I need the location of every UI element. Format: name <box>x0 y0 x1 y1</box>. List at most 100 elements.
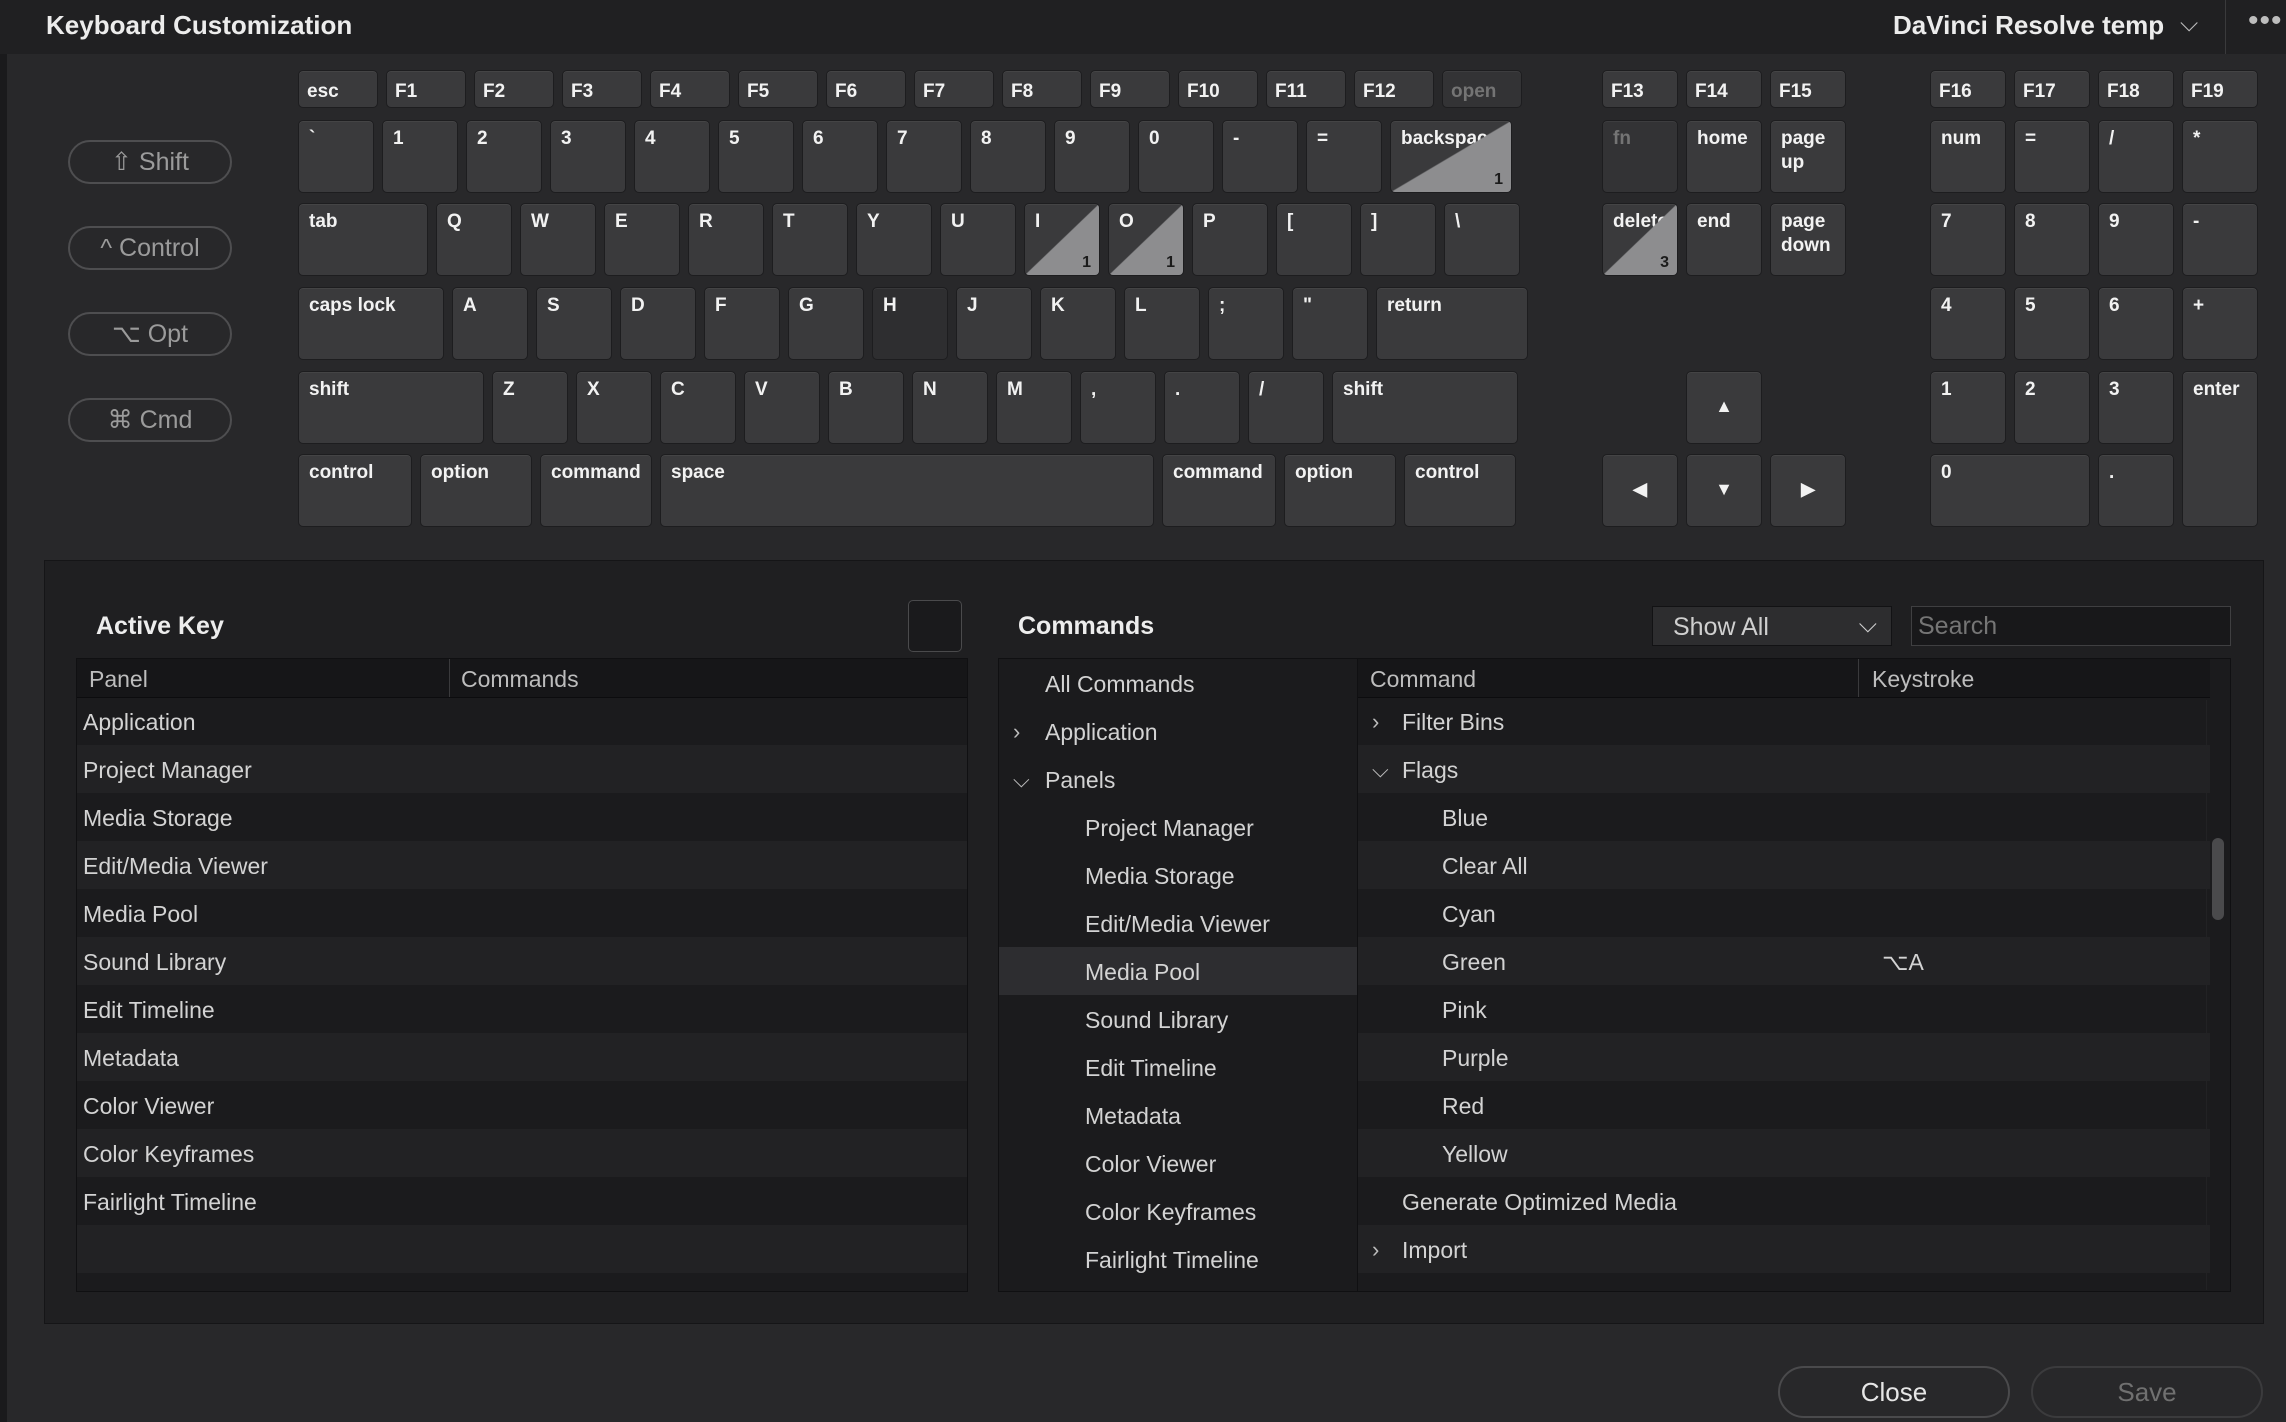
scrollbar-thumb[interactable] <box>2212 838 2224 920</box>
command-row-clear-all[interactable]: Clear All <box>1358 841 2210 889</box>
key-l[interactable]: L <box>1124 287 1200 360</box>
key-f3[interactable]: F3 <box>562 70 642 108</box>
key-f12[interactable]: F12 <box>1354 70 1434 108</box>
key-0[interactable]: 0 <box>1930 454 2090 527</box>
key-symbol[interactable]: / <box>2098 120 2174 193</box>
key-f4[interactable]: F4 <box>650 70 730 108</box>
tree-item-sound-library[interactable]: Sound Library <box>999 995 1357 1043</box>
key-symbol[interactable]: ] <box>1360 203 1436 276</box>
key-shift[interactable]: shift <box>1332 371 1518 444</box>
show-all-dropdown[interactable]: Show All ⌵ <box>1652 606 1892 646</box>
key-c[interactable]: C <box>660 371 736 444</box>
key-caps-lock[interactable]: caps lock <box>298 287 444 360</box>
key-9[interactable]: 9 <box>2098 203 2174 276</box>
key-0[interactable]: 0 <box>1138 120 1214 193</box>
key-page-up[interactable]: page up <box>1770 120 1846 193</box>
command-row-pink[interactable]: Pink <box>1358 985 2210 1033</box>
key-a[interactable]: A <box>452 287 528 360</box>
column-command[interactable]: Command <box>1370 666 1476 693</box>
key-f8[interactable]: F8 <box>1002 70 1082 108</box>
key-command[interactable]: command <box>540 454 652 527</box>
key-f13[interactable]: F13 <box>1602 70 1678 108</box>
key-symbol[interactable]: * <box>2182 120 2258 193</box>
key-symbol[interactable]: ▶ <box>1770 454 1846 527</box>
key-1[interactable]: 1 <box>1930 371 2006 444</box>
key-enter[interactable]: enter <box>2182 371 2258 527</box>
chevron-right-icon[interactable]: › <box>1013 719 1020 745</box>
tree-item-application[interactable]: › Application <box>999 707 1357 755</box>
key-n[interactable]: N <box>912 371 988 444</box>
key-y[interactable]: Y <box>856 203 932 276</box>
key-return[interactable]: return <box>1376 287 1528 360</box>
key-f[interactable]: F <box>704 287 780 360</box>
save-button[interactable]: Save <box>2031 1366 2263 1418</box>
key-7[interactable]: 7 <box>1930 203 2006 276</box>
key-control[interactable]: control <box>1404 454 1516 527</box>
table-row[interactable]: Media Storage <box>77 793 967 841</box>
key-1[interactable]: 1 <box>382 120 458 193</box>
key-g[interactable]: G <box>788 287 864 360</box>
key-f15[interactable]: F15 <box>1770 70 1846 108</box>
command-row-import[interactable]: › Import <box>1358 1225 2210 1273</box>
key-f11[interactable]: F11 <box>1266 70 1346 108</box>
key-p[interactable]: P <box>1192 203 1268 276</box>
key-j[interactable]: J <box>956 287 1032 360</box>
key-symbol[interactable]: [ <box>1276 203 1352 276</box>
key-f10[interactable]: F10 <box>1178 70 1258 108</box>
key-tab[interactable]: tab <box>298 203 428 276</box>
more-options-icon[interactable]: ••• <box>2248 4 2283 38</box>
key-s[interactable]: S <box>536 287 612 360</box>
table-row[interactable]: Edit/Media Viewer <box>77 841 967 889</box>
key-symbol[interactable]: ` <box>298 120 374 193</box>
command-row-red[interactable]: Red <box>1358 1081 2210 1129</box>
column-panel[interactable]: Panel <box>89 666 148 693</box>
key-f17[interactable]: F17 <box>2014 70 2090 108</box>
key-b[interactable]: B <box>828 371 904 444</box>
key-backspace[interactable]: backspace 1 <box>1390 120 1512 193</box>
key-shift[interactable]: shift <box>298 371 484 444</box>
modifier-shift-button[interactable]: ⇧ Shift <box>68 140 232 184</box>
key-symbol[interactable]: / <box>1248 371 1324 444</box>
key-t[interactable]: T <box>772 203 848 276</box>
key-2[interactable]: 2 <box>466 120 542 193</box>
tree-item-fairlight-timeline[interactable]: Fairlight Timeline <box>999 1235 1357 1283</box>
column-divider[interactable] <box>1858 659 1859 697</box>
key-z[interactable]: Z <box>492 371 568 444</box>
key-symbol[interactable]: \ <box>1444 203 1520 276</box>
key-7[interactable]: 7 <box>886 120 962 193</box>
key-5[interactable]: 5 <box>2014 287 2090 360</box>
key-esc[interactable]: esc <box>298 70 378 108</box>
preset-dropdown[interactable]: DaVinci Resolve temp <box>1893 10 2164 41</box>
key-symbol[interactable]: + <box>2182 287 2258 360</box>
key-f9[interactable]: F9 <box>1090 70 1170 108</box>
key-6[interactable]: 6 <box>2098 287 2174 360</box>
chevron-right-icon[interactable]: › <box>1372 709 1379 735</box>
key-space[interactable]: space <box>660 454 1154 527</box>
chevron-down-icon[interactable]: ⌵ <box>1013 767 1030 793</box>
key-4[interactable]: 4 <box>1930 287 2006 360</box>
tree-item-color-viewer[interactable]: Color Viewer <box>999 1139 1357 1187</box>
key-symbol[interactable]: = <box>1306 120 1382 193</box>
modifier-opt-button[interactable]: ⌥ Opt <box>68 312 232 356</box>
key-home[interactable]: home <box>1686 120 1762 193</box>
key-f6[interactable]: F6 <box>826 70 906 108</box>
key-open[interactable]: open <box>1442 70 1522 108</box>
key-f1[interactable]: F1 <box>386 70 466 108</box>
command-row-cyan[interactable]: Cyan <box>1358 889 2210 937</box>
key-fn[interactable]: fn <box>1602 120 1678 193</box>
tree-item-media-storage[interactable]: Media Storage <box>999 851 1357 899</box>
key-control[interactable]: control <box>298 454 412 527</box>
key-option[interactable]: option <box>1284 454 1396 527</box>
tree-item-edit-media-viewer[interactable]: Edit/Media Viewer <box>999 899 1357 947</box>
key-5[interactable]: 5 <box>718 120 794 193</box>
chevron-down-icon[interactable]: ⌵ <box>2180 10 2198 38</box>
key-num[interactable]: num <box>1930 120 2006 193</box>
key-w[interactable]: W <box>520 203 596 276</box>
tree-item-edit-timeline[interactable]: Edit Timeline <box>999 1043 1357 1091</box>
table-row[interactable]: Color Keyframes <box>77 1129 967 1177</box>
command-row-yellow[interactable]: Yellow <box>1358 1129 2210 1177</box>
table-row[interactable]: Fairlight Timeline <box>77 1177 967 1225</box>
key-symbol[interactable]: . <box>1164 371 1240 444</box>
key-f19[interactable]: F19 <box>2182 70 2258 108</box>
key-symbol[interactable]: = <box>2014 120 2090 193</box>
